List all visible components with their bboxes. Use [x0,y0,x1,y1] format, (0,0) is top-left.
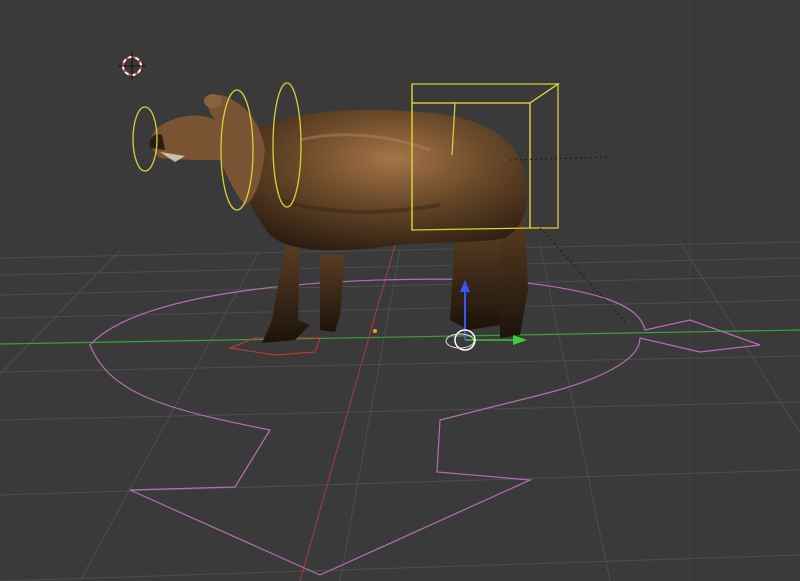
viewport-background [0,0,800,581]
object-origin-dot [373,329,377,333]
viewport-canvas[interactable] [0,0,800,581]
3d-viewport[interactable] [0,0,800,581]
